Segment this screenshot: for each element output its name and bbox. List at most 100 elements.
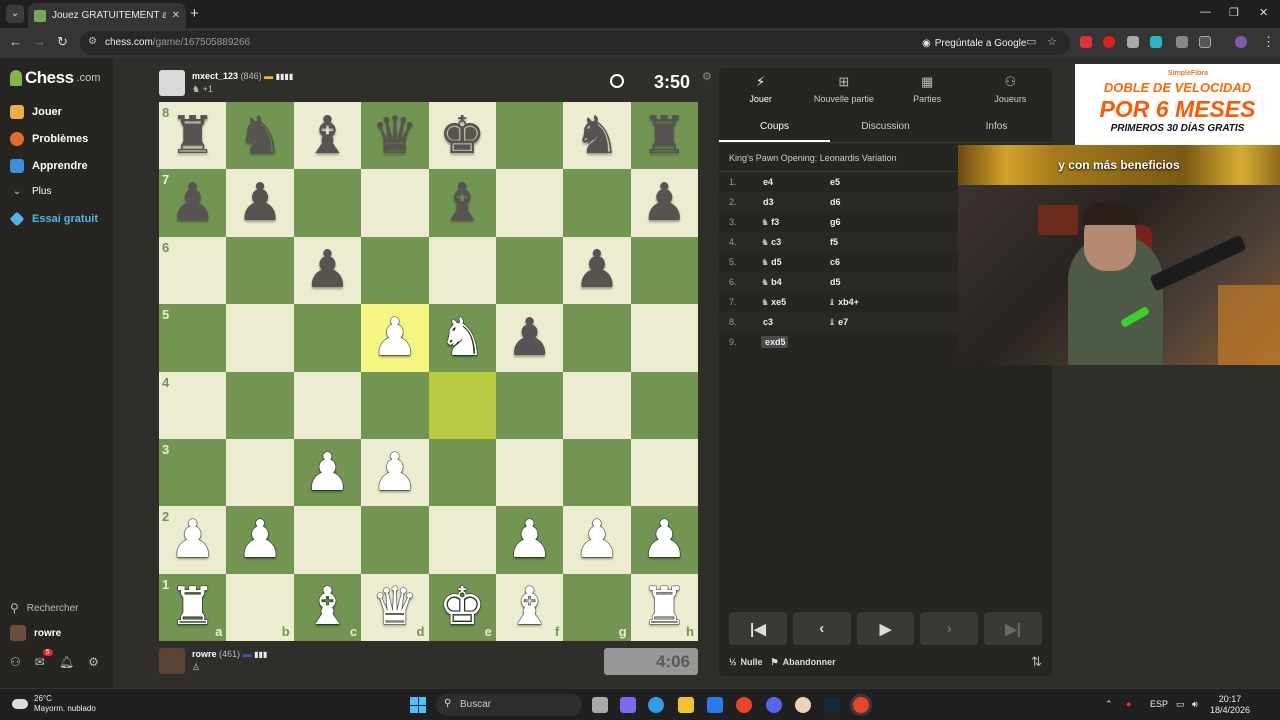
square-g4[interactable] — [563, 371, 631, 439]
square-a4[interactable]: 4 — [159, 371, 227, 439]
black-pawn-icon[interactable]: ♟ — [237, 177, 284, 229]
white-queen-icon[interactable]: ♛ — [372, 581, 419, 633]
back-icon[interactable]: ← — [9, 34, 22, 49]
square-d3[interactable]: ♟ — [361, 438, 429, 507]
square-b6[interactable] — [226, 236, 294, 305]
profile-avatar[interactable] — [1235, 36, 1247, 48]
square-f4[interactable] — [495, 371, 564, 439]
weather-widget[interactable]: 26°C Mayorm. nublado — [12, 694, 96, 714]
square-e8[interactable]: ♚ — [428, 102, 496, 170]
square-b3[interactable] — [226, 438, 294, 507]
draw-button[interactable]: ½ Nulle — [729, 657, 763, 667]
tab-games[interactable]: ▦ Parties — [886, 68, 969, 110]
new-tab-button[interactable]: + — [190, 5, 199, 22]
board-settings-gear-icon[interactable]: ⚙ — [702, 70, 712, 83]
player-avatar[interactable] — [159, 648, 185, 674]
black-move[interactable]: g6 — [828, 217, 895, 227]
file-explorer-icon[interactable] — [678, 697, 694, 713]
tab-play[interactable]: ⚡︎ Jouer — [719, 68, 802, 110]
mail-icon[interactable] — [707, 697, 723, 713]
square-d4[interactable] — [361, 371, 429, 439]
square-a3[interactable]: 3 — [159, 438, 227, 507]
close-window-icon[interactable]: ✕ — [1259, 6, 1268, 19]
extensions-puzzle-icon[interactable] — [1199, 36, 1211, 48]
square-c2[interactable] — [293, 506, 362, 574]
black-rook-icon[interactable]: ♜ — [169, 110, 216, 162]
square-f2[interactable]: ♟ — [495, 506, 564, 574]
forward-icon[interactable]: → — [33, 34, 46, 49]
square-c5[interactable] — [293, 304, 362, 372]
white-knight-icon[interactable]: ♞ — [439, 312, 486, 364]
white-king-icon[interactable]: ♚ — [439, 581, 486, 633]
square-b5[interactable] — [226, 304, 294, 372]
minimize-icon[interactable]: — — [1200, 6, 1211, 18]
square-f1[interactable]: f ♝ — [495, 573, 564, 641]
square-e3[interactable] — [428, 438, 496, 507]
browser-menu-icon[interactable]: ⋮ — [1262, 34, 1275, 50]
bell-icon[interactable]: 🔔︎ — [59, 655, 74, 669]
square-f8[interactable] — [495, 102, 564, 170]
app-icon[interactable] — [795, 697, 811, 713]
address-bar[interactable]: ⚙ chess.com/game/167505889266 ◉ Pregúntal… — [80, 31, 1070, 55]
black-pawn-icon[interactable]: ♟ — [641, 177, 688, 229]
discord-icon[interactable] — [766, 697, 782, 713]
white-pawn-icon[interactable]: ♟ — [641, 514, 688, 566]
ask-google-button[interactable]: ◉ Pregúntale a Google — [916, 34, 1032, 52]
black-move[interactable]: d5 — [828, 277, 895, 287]
sidebar-item-more[interactable]: ⌄ Plus — [10, 186, 52, 197]
next-move-button[interactable]: › — [920, 612, 979, 645]
white-pawn-icon[interactable]: ♟ — [372, 312, 419, 364]
white-move[interactable]: d3 — [761, 197, 828, 207]
white-move[interactable]: exd5 — [761, 336, 788, 348]
white-move[interactable]: ♞ b4 — [761, 277, 828, 288]
tray-app-icon[interactable]: ● — [1126, 699, 1131, 709]
square-f5[interactable]: ♟ — [495, 304, 564, 372]
chess-com-logo[interactable]: Chess .com — [10, 68, 100, 88]
task-view-icon[interactable] — [592, 697, 608, 713]
black-move[interactable]: ♝ xb4+ — [828, 297, 895, 308]
square-h1[interactable]: h ♜ — [630, 573, 698, 641]
extension-icon[interactable] — [1127, 36, 1139, 48]
extension-icon[interactable] — [1080, 36, 1092, 48]
bookmark-star-icon[interactable]: ☆ — [1047, 35, 1057, 48]
square-e6[interactable] — [428, 236, 496, 305]
white-bishop-icon[interactable]: ♝ — [304, 581, 351, 633]
white-rook-icon[interactable]: ♜ — [641, 581, 688, 633]
play-moves-button[interactable]: ▶ — [856, 612, 915, 645]
taskbar-search[interactable]: ⚲ Buscar — [436, 694, 582, 716]
last-move-button[interactable]: ▶| — [984, 612, 1042, 645]
black-pawn-icon[interactable]: ♟ — [506, 312, 553, 364]
square-d6[interactable] — [361, 236, 429, 305]
resign-button[interactable]: ⚑ Abandonner — [771, 657, 836, 668]
cast-icon[interactable]: ▭ — [1026, 35, 1036, 48]
copilot-icon[interactable] — [620, 697, 636, 713]
black-pawn-icon[interactable]: ♟ — [574, 244, 621, 296]
tab-info[interactable]: Infos — [941, 110, 1052, 142]
messages-icon[interactable]: ✉ 5 — [35, 649, 53, 669]
black-knight-icon[interactable]: ♞ — [237, 110, 284, 162]
network-icon[interactable]: ▭ — [1176, 699, 1185, 710]
square-b8[interactable]: ♞ — [226, 102, 294, 170]
black-pawn-icon[interactable]: ♟ — [169, 177, 216, 229]
sidebar-item-play[interactable]: Jouer — [10, 105, 62, 119]
black-king-icon[interactable]: ♚ — [439, 110, 486, 162]
square-f6[interactable] — [495, 236, 564, 305]
sidebar-item-learn[interactable]: Apprendre — [10, 159, 88, 173]
white-pawn-icon[interactable]: ♟ — [304, 447, 351, 499]
square-a6[interactable]: 6 — [159, 236, 227, 305]
sidebar-item-puzzles[interactable]: Problèmes — [10, 132, 88, 146]
square-g2[interactable]: ♟ — [563, 506, 631, 574]
steam-icon[interactable] — [824, 697, 840, 713]
black-move[interactable]: e5 — [828, 177, 895, 187]
square-d2[interactable] — [361, 506, 429, 574]
language-indicator[interactable]: ESP — [1150, 699, 1168, 709]
square-f7[interactable] — [495, 169, 564, 237]
browser-tab[interactable]: Jouez GRATUITEMENT aux échecs ✕ — [28, 3, 186, 28]
volume-icon[interactable]: 🔊︎ — [1192, 699, 1198, 710]
square-a8[interactable]: 8 ♜ — [159, 102, 227, 170]
square-c8[interactable]: ♝ — [293, 102, 362, 170]
black-pawn-icon[interactable]: ♟ — [304, 244, 351, 296]
square-a2[interactable]: 2 ♟ — [159, 506, 227, 574]
site-info-icon[interactable]: ⚙ — [88, 36, 97, 47]
white-pawn-icon[interactable]: ♟ — [372, 447, 419, 499]
